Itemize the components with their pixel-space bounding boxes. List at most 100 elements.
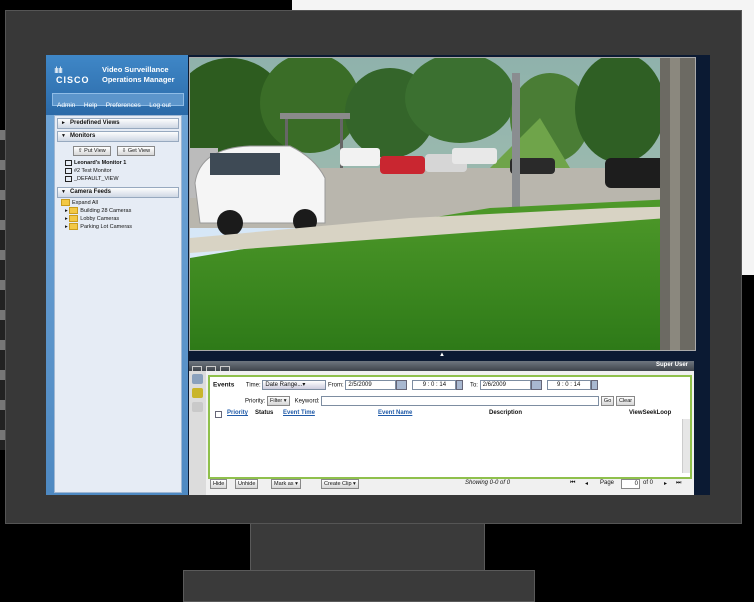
monitor-label: _DEFAULT_VIEW	[74, 176, 119, 182]
monitor-item[interactable]: _DEFAULT_VIEW	[65, 175, 181, 183]
navigation-tree: ► Predefined Views ▼ Monitors ⇧ Put View…	[54, 115, 182, 493]
section-camera-feeds[interactable]: ▼ Camera Feeds	[57, 187, 179, 198]
monitor-stand-neck	[250, 522, 485, 572]
application-window: ılıılı CISCO Video Surveillance Operatio…	[46, 55, 710, 495]
folder-icon	[61, 199, 70, 207]
put-view-button[interactable]: ⇧ Put View	[73, 146, 111, 156]
section-monitors[interactable]: ▼ Monitors	[57, 131, 179, 142]
create-clip-label: Create Clip	[324, 481, 352, 487]
showing-count: Showing 0-0 of 0	[465, 480, 511, 486]
product-line-1: Video Surveillance	[102, 65, 169, 74]
col-event-time[interactable]: Event Time	[283, 410, 315, 416]
col-priority[interactable]: Priority	[227, 410, 248, 416]
camera-group-item[interactable]: ▸ Lobby Cameras	[65, 215, 181, 223]
menu-logout[interactable]: Log out	[149, 102, 171, 109]
time-range-select[interactable]: Date Range...▾	[262, 380, 327, 390]
section-predefined-views[interactable]: ► Predefined Views	[57, 118, 179, 129]
expand-all-item[interactable]: Expand All	[61, 199, 181, 207]
events-panel: Events Time: Date Range...▾ From: 2/5/20…	[189, 371, 694, 495]
select-all-checkbox[interactable]	[215, 411, 222, 418]
events-footer: Hide Unhide Mark as ▾ Create Clip ▾ Show…	[208, 479, 688, 489]
to-date-input[interactable]: 2/6/2009	[479, 380, 531, 390]
cisco-bars-icon: ılıılı	[54, 65, 63, 75]
monitor-label: #2 Test Monitor	[74, 168, 112, 174]
top-menu: Admin Help Preferences Log out	[52, 93, 184, 109]
cisco-logo: ılıılı CISCO Video Surveillance Operatio…	[54, 63, 184, 89]
create-clip-button[interactable]: Create Clip ▾	[321, 479, 359, 489]
first-page-icon[interactable]: ⏮	[570, 480, 575, 487]
to-time-input[interactable]: 9 : 0 : 14	[546, 380, 591, 390]
col-event-name[interactable]: Event Name	[378, 410, 412, 416]
events-table-header: Priority Status Event Time Event Name De…	[213, 410, 685, 419]
camera-group-label: Building 28 Cameras	[80, 208, 132, 214]
alert-tab-icon[interactable]	[192, 388, 203, 398]
camera-group-label: Lobby Cameras	[80, 216, 120, 222]
monitor-frame: ılıılı CISCO Video Surveillance Operatio…	[5, 10, 742, 524]
events-filter-box: Events Time: Date Range...▾ From: 2/5/20…	[208, 375, 692, 479]
from-time-input[interactable]: 9 : 0 : 14	[412, 380, 457, 390]
get-view-label: Get View	[127, 148, 151, 154]
monitor-item[interactable]: Leonard's Monitor 1	[65, 159, 181, 167]
keyword-label: Keyword:	[294, 398, 320, 405]
go-button[interactable]: Go	[600, 396, 615, 406]
events-title: Events	[213, 381, 235, 389]
camera-group-item[interactable]: ▸ Building 28 Cameras	[65, 207, 181, 215]
clear-button[interactable]: Clear	[615, 396, 636, 406]
events-scrollbar[interactable]	[682, 419, 690, 473]
spinner-icon[interactable]	[456, 380, 464, 390]
section-label: Monitors	[70, 133, 96, 139]
priority-label: Priority:	[245, 398, 266, 405]
section-label: Predefined Views	[70, 120, 120, 126]
camera-tab-icon[interactable]	[192, 374, 203, 384]
camera-video-feed[interactable]	[189, 57, 696, 351]
menu-preferences[interactable]: Preferences	[106, 102, 141, 109]
brand-name: CISCO	[56, 75, 90, 85]
time-label: Time:	[245, 382, 261, 389]
calendar-icon[interactable]	[530, 380, 542, 390]
folder-icon	[69, 207, 79, 215]
get-view-button[interactable]: ⇩ Get View	[116, 146, 156, 156]
next-page-icon[interactable]: ▸	[664, 480, 667, 487]
sidebar: ılıılı CISCO Video Surveillance Operatio…	[46, 55, 188, 495]
from-date-input[interactable]: 2/5/2009	[345, 380, 397, 390]
folder-icon	[69, 223, 79, 231]
view-buttons: ⇧ Put View ⇩ Get View	[73, 146, 181, 156]
unhide-button[interactable]: Unhide	[235, 479, 259, 489]
put-view-label: Put View	[84, 148, 106, 154]
page-input[interactable]: 0	[621, 479, 640, 489]
mark-as-button[interactable]: Mark as ▾	[271, 479, 301, 489]
spinner-icon[interactable]	[590, 380, 598, 390]
time-filter-row: Events Time: Date Range...▾ From: 2/5/20…	[213, 380, 598, 390]
hide-button[interactable]: Hide	[210, 479, 228, 489]
current-user: Super User	[655, 362, 688, 368]
camera-scene-image	[190, 58, 695, 350]
col-description: Description	[489, 410, 523, 416]
splitter-arrow-icon[interactable]: ▲	[439, 352, 445, 358]
page-label: Page	[600, 480, 615, 486]
col-status: Status	[255, 410, 274, 416]
collapse-arrow-icon: ▼	[61, 189, 66, 195]
time-range-value: Date Range...	[265, 382, 303, 388]
menu-help[interactable]: Help	[84, 102, 97, 109]
priority-filter-row: Priority: Filter ▾ Keyword: Go Clear	[245, 396, 636, 406]
monitor-item[interactable]: #2 Test Monitor	[65, 167, 181, 175]
monitor-label: Leonard's Monitor 1	[74, 160, 127, 166]
prev-page-icon[interactable]: ◂	[585, 480, 588, 487]
expand-arrow-icon: ►	[61, 120, 66, 126]
priority-filter-label: Filter	[270, 398, 283, 404]
product-line-2: Operations Manager	[102, 75, 175, 84]
keyword-input[interactable]	[321, 396, 600, 406]
expand-all-label: Expand All	[72, 200, 98, 206]
calendar-icon[interactable]	[396, 380, 408, 390]
col-view-seek-loop: ViewSeekLoop	[629, 410, 672, 416]
events-icon-column	[189, 371, 206, 495]
priority-filter-button[interactable]: Filter ▾	[267, 396, 290, 406]
settings-tab-icon[interactable]	[192, 402, 203, 412]
menu-admin[interactable]: Admin	[57, 102, 75, 109]
product-name: Video Surveillance Operations Manager	[102, 65, 175, 85]
section-label: Camera Feeds	[70, 189, 112, 195]
monitor-icon	[65, 159, 72, 166]
chevron-down-icon: ▾	[302, 382, 306, 388]
last-page-icon[interactable]: ⏭	[676, 480, 681, 487]
camera-group-item[interactable]: ▸ Parking Lot Cameras	[65, 223, 181, 231]
